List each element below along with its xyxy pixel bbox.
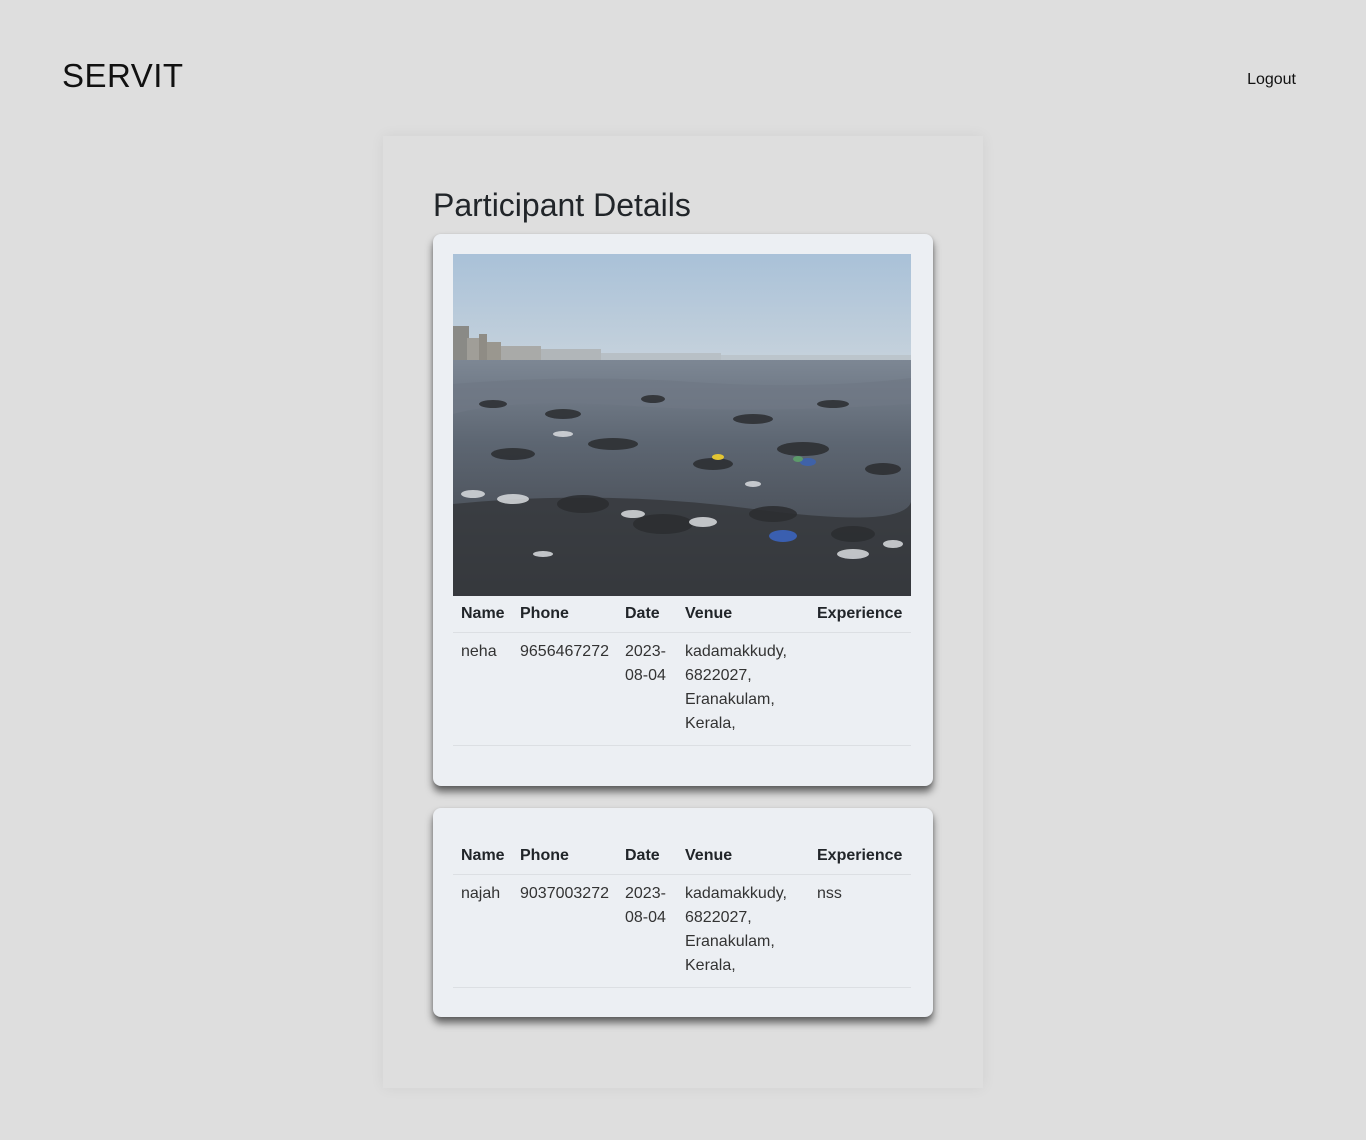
participant-date: 2023-08-04 (617, 874, 677, 988)
brand-logo[interactable]: SERVIT (62, 56, 184, 96)
column-header-date: Date (617, 596, 677, 633)
logout-link[interactable]: Logout (1247, 70, 1296, 90)
column-header-name: Name (453, 596, 512, 633)
participant-card: Name Phone Date Venue Experience neha 96… (433, 234, 933, 786)
column-header-venue: Venue (677, 838, 809, 875)
table-header-row: Name Phone Date Venue Experience (453, 838, 911, 875)
column-header-experience: Experience (809, 838, 911, 875)
page-title: Participant Details (433, 187, 691, 223)
column-header-venue: Venue (677, 596, 809, 633)
participant-phone: 9037003272 (512, 874, 617, 988)
participant-experience: nss (809, 874, 911, 988)
table-row: najah 9037003272 2023-08-04 kadamakkudy,… (453, 874, 911, 988)
column-header-phone: Phone (512, 838, 617, 875)
participant-experience (809, 632, 911, 746)
participant-table: Name Phone Date Venue Experience najah 9… (453, 838, 911, 988)
column-header-date: Date (617, 838, 677, 875)
participant-details-panel: Participant Details Name Phone Date Venu… (383, 136, 983, 1088)
participant-venue: kadamakkudy, 6822027, Eranakulam, Kerala… (677, 874, 809, 988)
participant-name: neha (453, 632, 512, 746)
table-header-row: Name Phone Date Venue Experience (453, 596, 911, 633)
column-header-phone: Phone (512, 596, 617, 633)
column-header-experience: Experience (809, 596, 911, 633)
participant-venue: kadamakkudy, 6822027, Eranakulam, Kerala… (677, 632, 809, 746)
participant-card: Name Phone Date Venue Experience najah 9… (433, 808, 933, 1017)
event-photo (453, 254, 911, 596)
table-row: neha 9656467272 2023-08-04 kadamakkudy, … (453, 632, 911, 746)
participant-name: najah (453, 874, 512, 988)
participant-table: Name Phone Date Venue Experience neha 96… (453, 596, 911, 746)
participant-date: 2023-08-04 (617, 632, 677, 746)
column-header-name: Name (453, 838, 512, 875)
participant-phone: 9656467272 (512, 632, 617, 746)
